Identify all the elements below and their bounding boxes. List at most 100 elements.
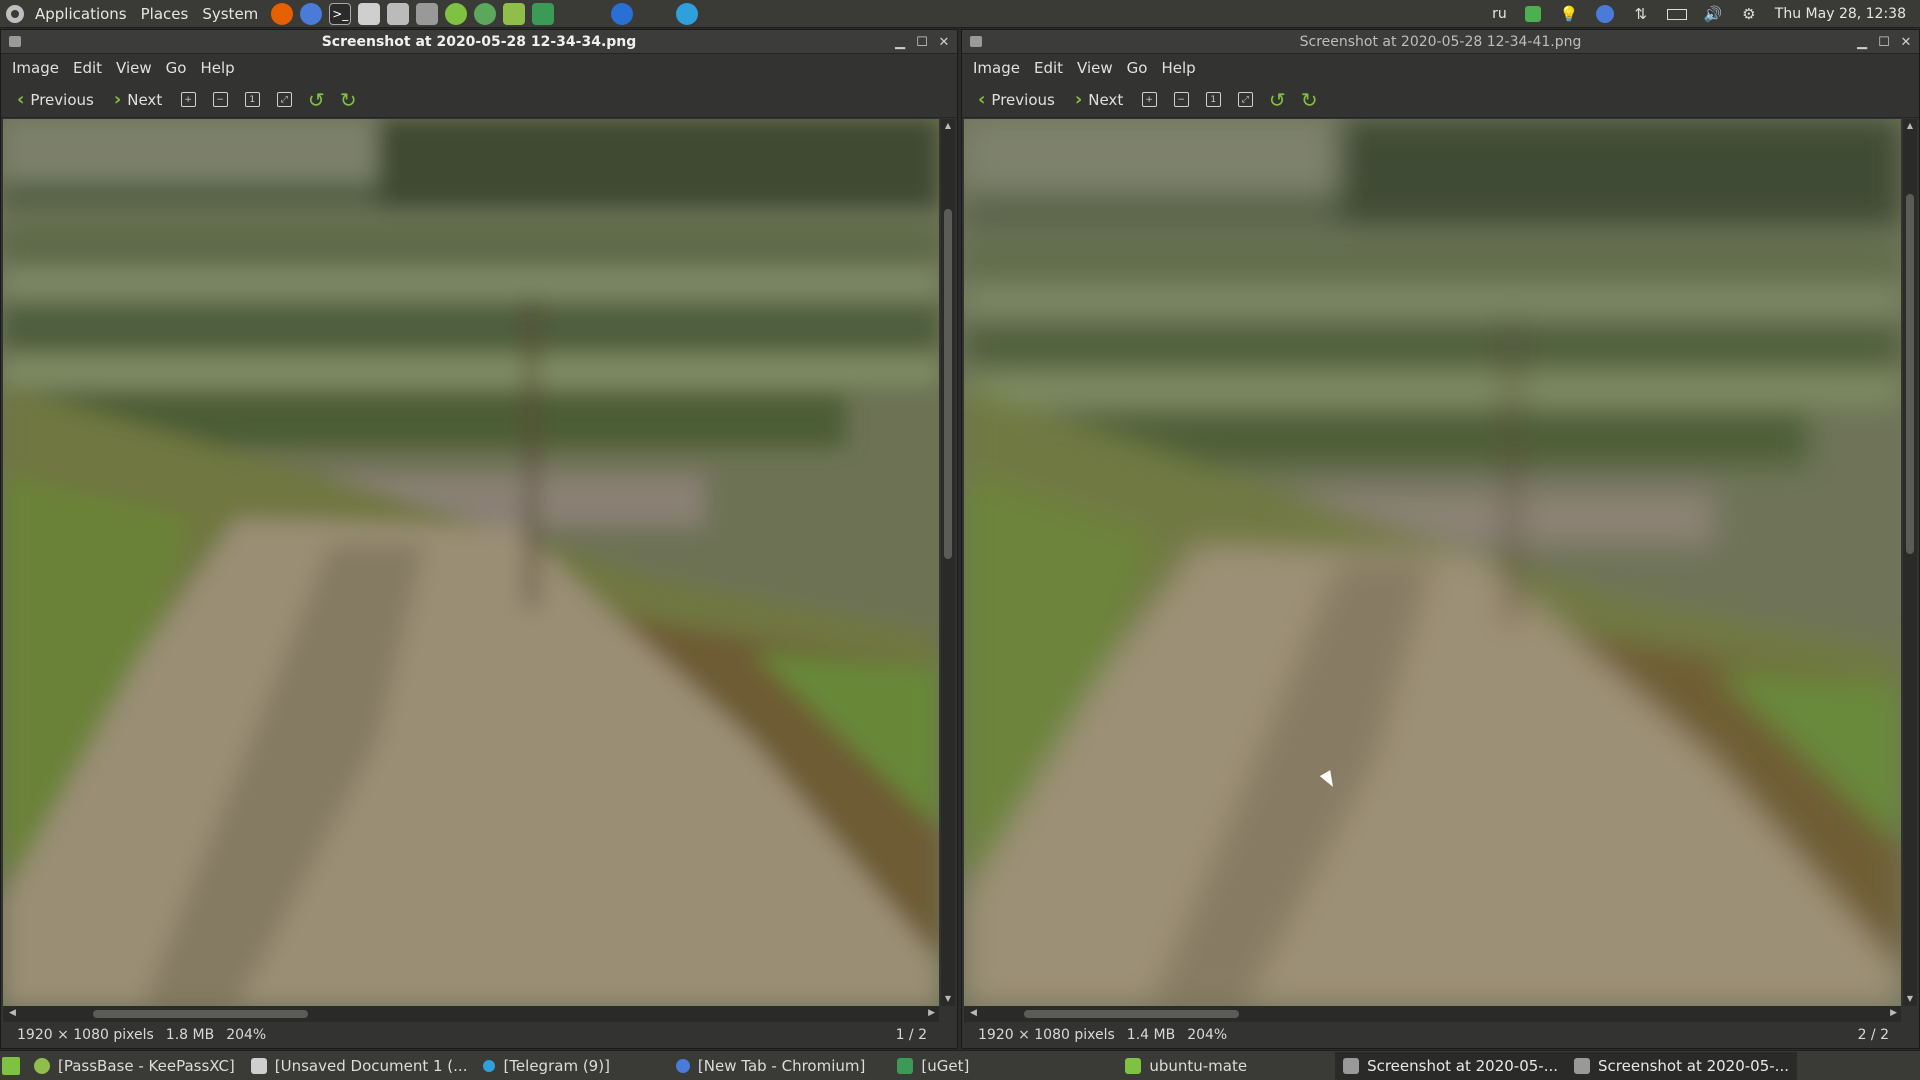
next-button[interactable]: › Next [106, 85, 170, 115]
vertical-scroll-thumb[interactable] [944, 209, 952, 559]
titlebar[interactable]: Screenshot at 2020-05-28 12-34-34.png ▁ … [1, 30, 957, 54]
chevron-right-icon: › [113, 89, 122, 110]
horizontal-scroll-thumb[interactable] [93, 1010, 308, 1018]
taskbar-item-chromium[interactable]: [New Tab - Chromium] [668, 1052, 873, 1080]
folder-icon [1125, 1057, 1142, 1074]
zoom-in-icon[interactable]: + [174, 86, 202, 114]
menu-go[interactable]: Go [1120, 59, 1155, 77]
disk-icon[interactable] [416, 2, 439, 25]
zoom-out-icon[interactable]: − [1167, 86, 1195, 114]
zoom-normal-icon[interactable]: 1 [238, 86, 266, 114]
horizontal-scrollbar[interactable]: ◀ ▶ [3, 1006, 939, 1022]
image-view[interactable] [964, 119, 1901, 1006]
taskbar-label: ubuntu-mate [1149, 1056, 1248, 1075]
menu-help[interactable]: Help [193, 59, 241, 77]
bottom-panel: [PassBase - KeePassXC] [Unsaved Document… [0, 1050, 1920, 1080]
taskbar-item-folder[interactable]: ubuntu-mate [1117, 1052, 1255, 1080]
next-button[interactable]: › Next [1067, 85, 1131, 115]
previous-label: Previous [30, 90, 94, 109]
menu-edit[interactable]: Edit [1027, 59, 1070, 77]
settings-icon[interactable]: ⚙ [1739, 4, 1759, 24]
close-icon[interactable]: ✕ [935, 33, 953, 51]
lightbulb-icon[interactable]: 💡 [1559, 4, 1579, 24]
volume-icon[interactable]: 🔊 [1703, 4, 1723, 24]
zoom-fit-icon[interactable]: ⤢ [1231, 86, 1259, 114]
horizontal-scrollbar[interactable]: ◀ ▶ [964, 1006, 1901, 1022]
chromium-icon[interactable] [300, 2, 323, 25]
taskbar-item-screenshot-2[interactable]: Screenshot at 2020-05-... [1566, 1051, 1797, 1080]
rotate-right-icon[interactable]: ↻ [1295, 86, 1323, 114]
previous-button[interactable]: ‹ Previous [9, 85, 102, 115]
zoom-normal-icon[interactable]: 1 [1199, 86, 1227, 114]
calculator-icon[interactable] [387, 2, 410, 25]
taskbar-item-uget[interactable]: [uGet] [889, 1052, 977, 1080]
rotate-left-icon[interactable]: ↺ [302, 86, 330, 114]
taskbar-item-telegram[interactable]: [Telegram (9)] [475, 1052, 617, 1080]
vertical-scrollbar[interactable]: ▲ ▼ [941, 119, 955, 1006]
places-menu[interactable]: Places [134, 0, 196, 28]
taskbar-item-keepassxc[interactable]: [PassBase - KeePassXC] [26, 1052, 243, 1080]
rotate-left-icon[interactable]: ↺ [1263, 86, 1291, 114]
window-app-icon[interactable] [970, 36, 982, 47]
file-size: 1.8 MB [165, 1027, 215, 1043]
telegram-icon[interactable] [676, 2, 699, 25]
firefox-icon[interactable] [271, 2, 294, 25]
chevron-right-icon: › [1074, 89, 1083, 110]
vertical-scrollbar[interactable]: ▲ ▼ [1903, 119, 1917, 1006]
previous-button[interactable]: ‹ Previous [970, 85, 1063, 115]
text-editor-icon[interactable] [358, 2, 381, 25]
show-desktop-icon[interactable] [2, 1056, 20, 1075]
zoom-fit-icon[interactable]: ⤢ [270, 86, 298, 114]
scroll-down-icon[interactable]: ▼ [1905, 994, 1915, 1004]
scroll-left-icon[interactable]: ◀ [9, 1008, 16, 1018]
keyboard-layout[interactable]: ru [1492, 6, 1507, 22]
menubar: Image Edit View Go Help [1, 54, 957, 82]
menu-image[interactable]: Image [5, 59, 66, 77]
vpn-icon[interactable] [474, 2, 497, 25]
rotate-right-icon[interactable]: ↻ [334, 86, 362, 114]
teamviewer-icon[interactable] [611, 2, 634, 25]
landscape-photo [3, 119, 939, 1006]
terminal-icon[interactable]: >_ [329, 2, 352, 25]
titlebar[interactable]: Screenshot at 2020-05-28 12-34-41.png ▁ … [962, 30, 1919, 54]
network-icon[interactable]: ⇅ [1631, 4, 1651, 24]
menu-view[interactable]: View [109, 59, 159, 77]
vertical-scroll-thumb[interactable] [1906, 194, 1914, 554]
keepass-icon[interactable] [503, 2, 526, 25]
clock[interactable]: Thu May 28, 12:38 [1775, 6, 1906, 22]
menu-go[interactable]: Go [159, 59, 194, 77]
zoom-in-icon[interactable]: + [1135, 86, 1163, 114]
window-title: Screenshot at 2020-05-28 12-34-34.png [321, 33, 637, 50]
zoom-out-icon[interactable]: − [206, 86, 234, 114]
scroll-right-icon[interactable]: ▶ [1890, 1008, 1897, 1018]
close-icon[interactable]: ✕ [1897, 33, 1915, 51]
uget-icon[interactable] [532, 2, 555, 25]
notification-badge-icon[interactable] [1595, 4, 1615, 24]
menu-edit[interactable]: Edit [66, 59, 109, 77]
menu-help[interactable]: Help [1154, 59, 1202, 77]
keepass-icon [34, 1057, 50, 1074]
taskbar-label: Screenshot at 2020-05-... [1598, 1056, 1789, 1075]
minimize-icon[interactable]: ▁ [1853, 33, 1871, 51]
system-menu[interactable]: System [195, 0, 265, 28]
image-view[interactable] [3, 119, 939, 1006]
minimize-icon[interactable]: ▁ [891, 33, 909, 51]
scroll-up-icon[interactable]: ▲ [1905, 121, 1915, 131]
evernote-tray-icon[interactable] [1523, 4, 1543, 24]
scroll-left-icon[interactable]: ◀ [970, 1008, 977, 1018]
taskbar-item-screenshot-1[interactable]: Screenshot at 2020-05-... [1335, 1051, 1567, 1080]
taskbar-item-text-editor[interactable]: [Unsaved Document 1 (... [243, 1052, 476, 1080]
applications-menu[interactable]: Applications [28, 0, 134, 28]
menu-view[interactable]: View [1070, 59, 1120, 77]
scroll-down-icon[interactable]: ▼ [943, 994, 953, 1004]
menu-image[interactable]: Image [966, 59, 1027, 77]
ubuntu-tweak-icon[interactable] [445, 2, 468, 25]
scroll-up-icon[interactable]: ▲ [943, 121, 953, 131]
maximize-icon[interactable]: ☐ [913, 33, 931, 51]
maximize-icon[interactable]: ☐ [1875, 33, 1893, 51]
scroll-right-icon[interactable]: ▶ [928, 1008, 935, 1018]
battery-icon[interactable] [1666, 4, 1687, 24]
window-app-icon[interactable] [9, 36, 21, 47]
mate-logo-icon[interactable] [6, 4, 24, 23]
horizontal-scroll-thumb[interactable] [1024, 1010, 1239, 1018]
